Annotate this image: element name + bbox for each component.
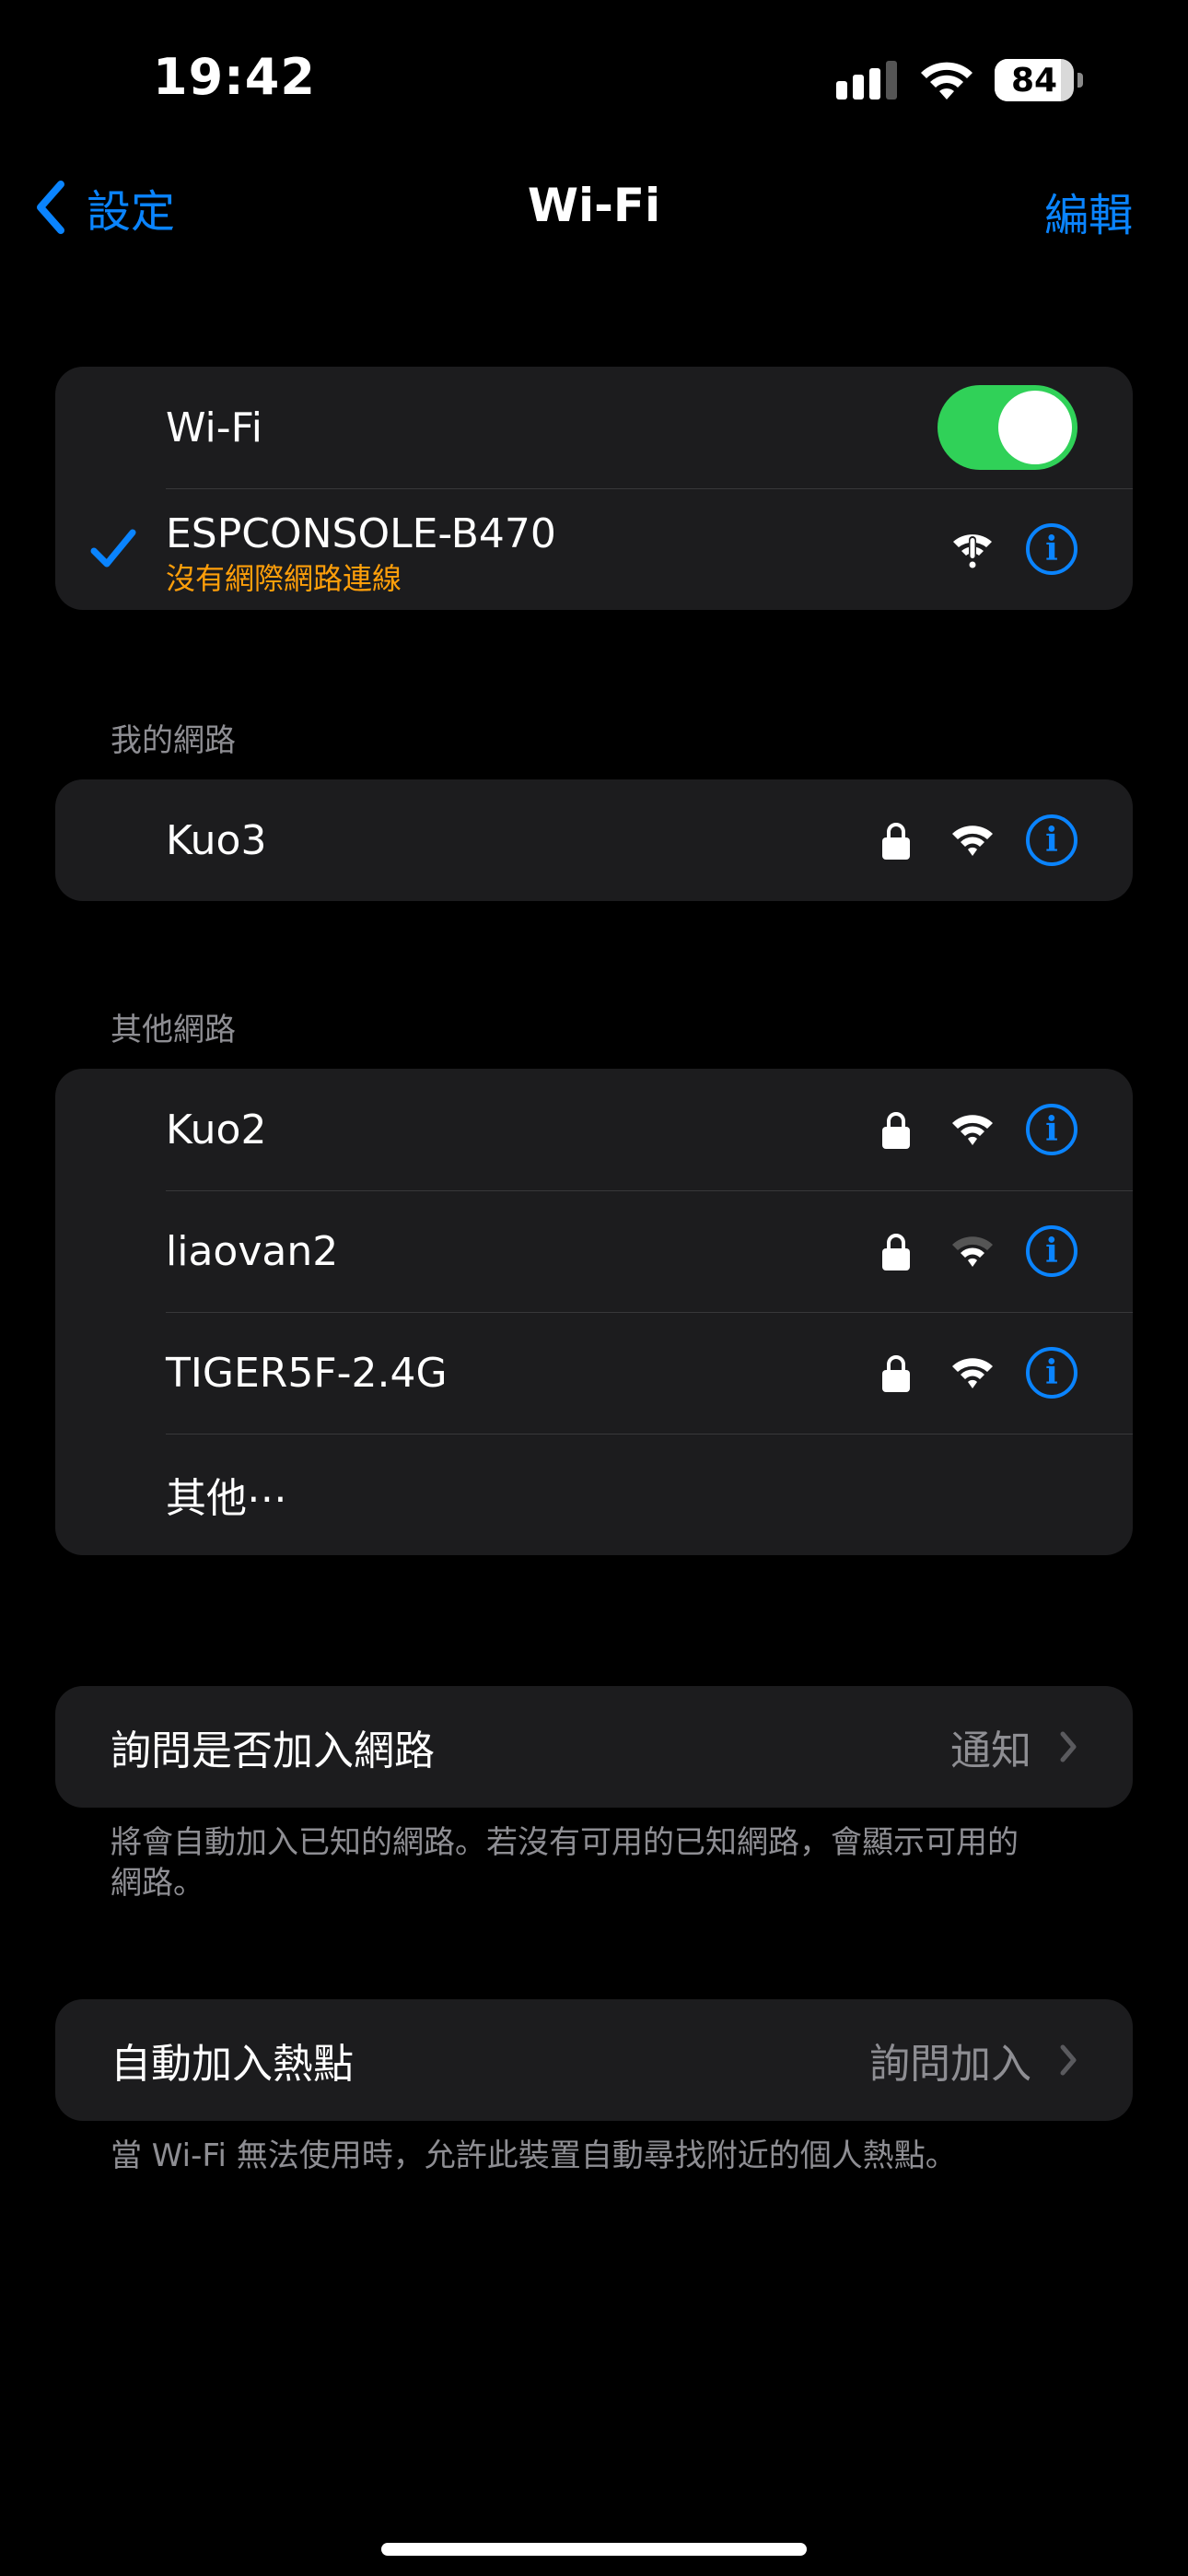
wifi-signal-icon xyxy=(952,1115,993,1145)
auto-join-hotspot-row[interactable]: 自動加入熱點 詢問加入 xyxy=(55,1999,1133,2121)
wifi-signal-icon xyxy=(952,825,993,856)
auto-join-hotspot-value: 詢問加入 xyxy=(869,2041,1031,2088)
ask-to-join-value: 通知 xyxy=(950,1727,1031,1774)
wifi-status-icon xyxy=(921,62,973,100)
other-networks-header: 其他網路 xyxy=(111,1012,236,1048)
ask-to-join-footnote: 將會自動加入已知的網路。若沒有可用的已知網路，會顯示可用的網路。 xyxy=(111,1824,1019,1902)
wifi-group: Wi-Fi ESPCONSOLE-B470 沒有網際網路連線 i xyxy=(55,367,1133,610)
ask-to-join-label: 詢問是否加入網路 xyxy=(111,1727,435,1774)
ask-to-join-group: 詢問是否加入網路 通知 xyxy=(55,1686,1133,1808)
wifi-no-internet-icon xyxy=(953,534,992,568)
auto-join-hotspot-footnote: 當 Wi-Fi 無法使用時，允許此裝置自動尋找附近的個人熱點。 xyxy=(111,2137,957,2174)
other-network-row[interactable]: 其他⋯ xyxy=(55,1434,1133,1555)
info-icon[interactable]: i xyxy=(1026,1104,1077,1155)
info-icon[interactable]: i xyxy=(1026,1347,1077,1399)
auto-join-hotspot-label: 自動加入熱點 xyxy=(111,2041,354,2088)
network-row[interactable]: Kuo2 i xyxy=(55,1069,1133,1190)
connection-status: 沒有網際網路連線 xyxy=(166,561,402,596)
ask-to-join-row[interactable]: 詢問是否加入網路 通知 xyxy=(55,1686,1133,1808)
connected-network-row[interactable]: ESPCONSOLE-B470 沒有網際網路連線 i xyxy=(55,488,1133,610)
home-indicator[interactable] xyxy=(381,2543,807,2556)
wifi-weak-signal-icon xyxy=(952,1236,993,1267)
wifi-toggle[interactable] xyxy=(938,385,1077,470)
chevron-right-icon xyxy=(1060,1731,1077,1762)
wifi-toggle-label: Wi-Fi xyxy=(166,404,262,451)
network-row[interactable]: liaovan2 i xyxy=(55,1190,1133,1312)
my-networks-group: Kuo3 i xyxy=(55,779,1133,901)
battery-level: 84 xyxy=(1010,61,1058,100)
info-icon[interactable]: i xyxy=(1026,523,1077,575)
edit-button[interactable]: 編輯 xyxy=(1044,179,1133,243)
other-networks-group: Kuo2 i liaovan2 i TIGER5F-2.4G i 其他⋯ xyxy=(55,1069,1133,1555)
status-icons: 84 xyxy=(836,57,1083,103)
network-name: Kuo2 xyxy=(166,1106,267,1153)
status-time: 19:42 xyxy=(153,48,316,106)
lock-icon xyxy=(882,1112,910,1149)
wifi-toggle-row: Wi-Fi xyxy=(55,367,1133,488)
other-network-label: 其他⋯ xyxy=(166,1475,287,1522)
info-icon[interactable]: i xyxy=(1026,1225,1077,1277)
network-name: TIGER5F-2.4G xyxy=(166,1349,448,1397)
chevron-right-icon xyxy=(1060,2044,1077,2076)
lock-icon xyxy=(882,823,910,860)
auto-join-hotspot-group: 自動加入熱點 詢問加入 xyxy=(55,1999,1133,2121)
connected-network-name: ESPCONSOLE-B470 xyxy=(166,510,556,557)
wifi-signal-icon xyxy=(952,1358,993,1388)
battery-icon: 84 xyxy=(995,59,1074,101)
checkmark-icon xyxy=(90,529,136,568)
lock-icon xyxy=(882,1234,910,1270)
network-row[interactable]: Kuo3 i xyxy=(55,779,1133,901)
my-networks-header: 我的網路 xyxy=(111,722,236,759)
info-icon[interactable]: i xyxy=(1026,814,1077,866)
cellular-signal-icon xyxy=(836,61,897,100)
network-row[interactable]: TIGER5F-2.4G i xyxy=(55,1312,1133,1434)
network-name: liaovan2 xyxy=(166,1227,339,1275)
network-name: Kuo3 xyxy=(166,816,267,864)
page-title: Wi-Fi xyxy=(527,179,661,232)
lock-icon xyxy=(882,1355,910,1392)
